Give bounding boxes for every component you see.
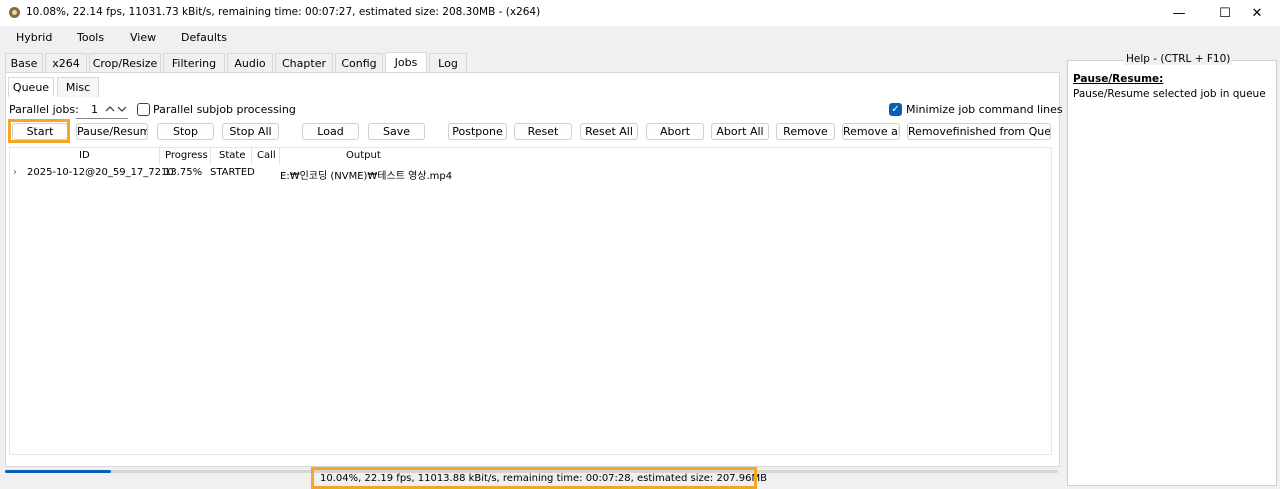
reset-button[interactable]: Reset: [514, 123, 572, 140]
minimize-icon: —: [1172, 5, 1186, 21]
tab-base[interactable]: Base: [5, 53, 43, 73]
subtab-queue[interactable]: Queue: [8, 77, 54, 97]
abort-all-button[interactable]: Abort All: [711, 123, 769, 140]
progress-bar-fill: [5, 470, 111, 473]
remove-finished-button[interactable]: Removefinished from Queue: [907, 123, 1051, 140]
title-bar: 10.08%, 22.14 fps, 11031.73 kBit/s, rema…: [0, 0, 1280, 26]
job-output-cell: E:₩인코딩 (NVME)₩테스트 영상.mp4: [280, 171, 453, 182]
tab-log[interactable]: Log: [429, 53, 467, 73]
parallel-subjob-checkbox[interactable]: [137, 103, 150, 116]
reset-all-button[interactable]: Reset All: [580, 123, 638, 140]
column-divider: [159, 147, 160, 164]
column-header-id[interactable]: ID: [79, 150, 90, 161]
remove-all-button[interactable]: Remove all: [842, 123, 900, 140]
column-divider: [251, 147, 252, 164]
close-icon: ✕: [1251, 5, 1263, 21]
chevron-up-icon[interactable]: [105, 105, 115, 113]
tab-filtering[interactable]: Filtering: [163, 53, 225, 73]
status-highlight: [311, 467, 757, 489]
column-divider: [279, 147, 280, 164]
menu-view[interactable]: View: [130, 31, 156, 44]
tab-crop-resize[interactable]: Crop/Resize: [89, 53, 161, 73]
chevron-down-icon[interactable]: [117, 105, 127, 113]
maximize-icon: ☐: [1219, 5, 1231, 21]
expand-row-icon[interactable]: ›: [13, 167, 17, 178]
parallel-jobs-label: Parallel jobs:: [9, 103, 79, 116]
window-title: 10.08%, 22.14 fps, 11031.73 kBit/s, rema…: [26, 6, 541, 18]
remove-button[interactable]: Remove: [776, 123, 835, 140]
minimize-command-lines-checkbox[interactable]: ✓: [889, 103, 902, 116]
load-button[interactable]: Load: [302, 123, 359, 140]
menu-hybrid[interactable]: Hybrid: [16, 31, 52, 44]
column-divider: [210, 147, 211, 164]
close-button[interactable]: ✕: [1234, 0, 1280, 26]
tab-config[interactable]: Config: [335, 53, 383, 73]
job-progress-cell: 13.75%: [164, 167, 203, 178]
pause-resume-button[interactable]: Pause/Resume: [76, 123, 148, 140]
stop-all-button[interactable]: Stop All: [222, 123, 279, 140]
start-highlight: [8, 119, 70, 143]
stop-button[interactable]: Stop: [157, 123, 214, 140]
help-heading: Pause/Resume:: [1073, 73, 1164, 85]
job-id-cell: 2025-10-12@20_59_17_7210: [27, 167, 174, 178]
job-list[interactable]: [9, 147, 1052, 455]
menu-defaults[interactable]: Defaults: [181, 31, 227, 44]
minimize-button[interactable]: —: [1156, 0, 1202, 26]
column-header-progress[interactable]: Progress: [165, 150, 208, 161]
parallel-jobs-value: 1: [91, 103, 98, 116]
tab-audio[interactable]: Audio: [227, 53, 273, 73]
tab-chapter[interactable]: Chapter: [275, 53, 333, 73]
abort-button[interactable]: Abort: [646, 123, 704, 140]
tab-jobs[interactable]: Jobs: [385, 52, 427, 74]
parallel-jobs-spinbox[interactable]: 1: [76, 101, 128, 119]
postpone-button[interactable]: Postpone: [448, 123, 507, 140]
column-header-output[interactable]: Output: [346, 150, 381, 161]
help-panel-title: Help - (CTRL + F10): [1124, 53, 1233, 65]
menu-bar: Hybrid Tools View Defaults: [0, 26, 1065, 50]
subtab-misc[interactable]: Misc: [57, 77, 99, 97]
save-button[interactable]: Save: [368, 123, 425, 140]
minimize-command-lines-label: Minimize job command lines: [906, 103, 1063, 116]
app-icon: [9, 7, 20, 18]
job-state-cell: STARTED: [210, 167, 255, 178]
column-header-state[interactable]: State: [219, 150, 245, 161]
menu-tools[interactable]: Tools: [77, 31, 104, 44]
tab-x264[interactable]: x264: [45, 53, 87, 73]
column-header-call[interactable]: Call: [257, 150, 276, 161]
parallel-subjob-label: Parallel subjob processing: [153, 103, 296, 116]
help-panel: [1067, 60, 1277, 486]
checkmark-icon: ✓: [891, 104, 900, 115]
help-body: Pause/Resume selected job in queue: [1073, 88, 1266, 100]
